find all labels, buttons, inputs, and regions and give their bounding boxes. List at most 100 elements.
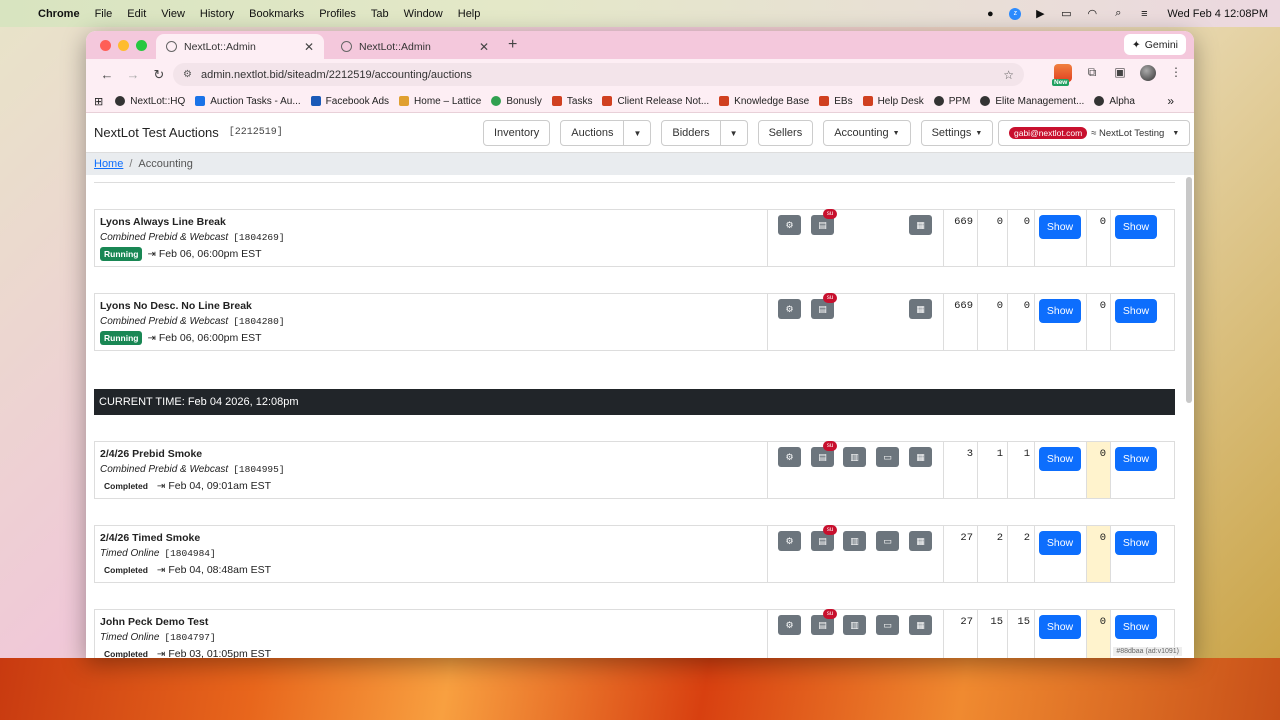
tab-nextlot-admin-2[interactable]: NextLot::Admin ✕ [331,34,499,59]
auction-title[interactable]: 2/4/26 Timed Smoke [100,532,762,544]
card-icon[interactable]: ▭ [876,615,899,635]
show-button[interactable]: Show [1039,531,1081,555]
table-icon[interactable]: ▦ [909,299,932,319]
bookmark-item[interactable]: NextLot::HQ [115,96,185,107]
show-button[interactable]: Show [1115,615,1157,639]
gemini-button[interactable]: ✦ Gemini [1123,34,1186,55]
show-button[interactable]: Show [1115,299,1157,323]
show-button[interactable]: Show [1039,615,1081,639]
minimize-window-button[interactable] [118,40,129,51]
bookmark-item[interactable]: Bonusly [491,96,542,107]
bookmark-item[interactable]: Auction Tasks - Au... [195,96,301,107]
show-button[interactable]: Show [1039,215,1081,239]
bookmark-item[interactable]: Home – Lattice [399,96,481,107]
settings-gear-icon[interactable]: ⚙ [778,531,801,551]
bidders-label[interactable]: Bidders [662,121,721,145]
bidders-button[interactable]: Bidders ▼ [661,120,748,146]
bookmark-item[interactable]: Help Desk [862,96,924,107]
zoom-icon[interactable]: z [1009,7,1022,20]
back-icon[interactable]: ← [96,67,118,82]
reload-icon[interactable]: ↻ [148,67,170,83]
tab-nextlot-admin-1[interactable]: NextLot::Admin ✕ [156,34,324,59]
table-icon[interactable]: ▦ [909,615,932,635]
bookmark-item[interactable]: PPM [933,96,970,107]
table-icon[interactable]: ▦ [909,531,932,551]
battery-icon[interactable]: ▭ [1059,8,1073,20]
bookmarks-overflow-icon[interactable]: » [1167,94,1174,108]
caret-down-icon[interactable]: ▼ [624,129,650,138]
menu-view[interactable]: View [161,8,185,20]
document-icon[interactable]: ▤ su [811,441,837,467]
wifi-icon[interactable]: ◠ [1085,8,1099,20]
sellers-button[interactable]: Sellers [757,120,814,146]
close-tab-icon[interactable]: ✕ [304,40,314,54]
url-text[interactable]: admin.nextlot.bid/siteadm/2212519/accoun… [201,69,472,81]
auction-title[interactable]: Lyons No Desc. No Line Break [100,300,762,312]
breadcrumb-home-link[interactable]: Home [94,158,123,170]
menu-help[interactable]: Help [458,8,481,20]
card-icon[interactable]: ▭ [876,531,899,551]
user-dropdown[interactable]: gabi@nextlot.com ≈ NextLot Testing ▼ [998,120,1191,146]
show-button[interactable]: Show [1115,215,1157,239]
show-button[interactable]: Show [1039,299,1081,323]
menu-edit[interactable]: Edit [127,8,146,20]
show-button[interactable]: Show [1039,447,1081,471]
settings-gear-icon[interactable]: ⚙ [778,615,801,635]
new-tab-icon[interactable]: + [508,36,517,54]
document-icon[interactable]: ▤ su [811,293,837,319]
apps-grid-icon[interactable]: ⊞ [94,95,103,108]
site-info-icon[interactable]: ⚙ [183,69,192,80]
menu-history[interactable]: History [200,8,234,20]
file-icon[interactable]: ▥ [843,615,866,635]
play-icon[interactable]: ▶ [1033,8,1047,20]
bookmark-item[interactable]: Knowledge Base [719,96,809,107]
close-tab-icon[interactable]: ✕ [479,40,489,54]
auction-title[interactable]: John Peck Demo Test [100,616,762,628]
auction-title[interactable]: 2/4/26 Prebid Smoke [100,448,762,460]
caret-down-icon[interactable]: ▼ [721,129,747,138]
file-icon[interactable]: ▥ [843,531,866,551]
close-window-button[interactable] [100,40,111,51]
menu-bookmarks[interactable]: Bookmarks [249,8,304,20]
bookmark-item[interactable]: Facebook Ads [310,96,389,107]
settings-gear-icon[interactable]: ⚙ [778,299,801,319]
bookmark-item[interactable]: EBs [819,96,853,107]
auctions-list[interactable]: Lyons Always Line Break Combined Prebid … [86,175,1184,658]
accounting-dropdown[interactable]: Accounting ▼ [823,120,911,146]
kebab-menu-icon[interactable]: ⋮ [1168,65,1184,81]
extensions-puzzle-icon[interactable]: ⧉ [1084,65,1100,81]
control-center-icon[interactable]: ≡ [1137,8,1151,20]
menu-window[interactable]: Window [404,8,443,20]
address-bar[interactable]: ⚙ admin.nextlot.bid/siteadm/2212519/acco… [173,63,1024,86]
spotlight-search-icon[interactable]: ⌕ [1111,7,1125,20]
menu-file[interactable]: File [95,8,113,20]
menubar-clock[interactable]: Wed Feb 4 12:08PM [1167,8,1268,20]
menu-tab[interactable]: Tab [371,8,389,20]
record-icon[interactable]: ● [983,8,997,20]
bookmark-item[interactable]: Client Release Not... [602,96,709,107]
document-icon[interactable]: ▤ su [811,609,837,635]
file-icon[interactable]: ▥ [843,447,866,467]
menu-profiles[interactable]: Profiles [319,8,356,20]
auctions-button[interactable]: Auctions ▼ [560,120,652,146]
inventory-button[interactable]: Inventory [483,120,551,146]
page-scrollbar[interactable] [1186,177,1192,403]
bookmark-item[interactable]: Tasks [551,96,592,107]
show-button[interactable]: Show [1115,447,1157,471]
menu-chrome[interactable]: Chrome [38,8,80,20]
auction-title[interactable]: Lyons Always Line Break [100,216,762,228]
settings-gear-icon[interactable]: ⚙ [778,447,801,467]
forward-icon[interactable]: → [122,67,144,82]
extension-new-icon[interactable]: New [1052,64,1072,86]
zoom-window-button[interactable] [136,40,147,51]
bookmark-item[interactable]: Alpha [1094,96,1135,107]
auctions-label[interactable]: Auctions [561,121,625,145]
table-icon[interactable]: ▦ [909,447,932,467]
document-icon[interactable]: ▤ su [811,209,837,235]
bookmark-item[interactable]: Elite Management... [980,96,1084,107]
document-icon[interactable]: ▤ su [811,525,837,551]
settings-dropdown[interactable]: Settings ▼ [920,120,994,146]
bookmark-star-icon[interactable]: ☆ [1003,68,1014,82]
brand-title[interactable]: NextLot Test Auctions [94,125,219,140]
table-icon[interactable]: ▦ [909,215,932,235]
